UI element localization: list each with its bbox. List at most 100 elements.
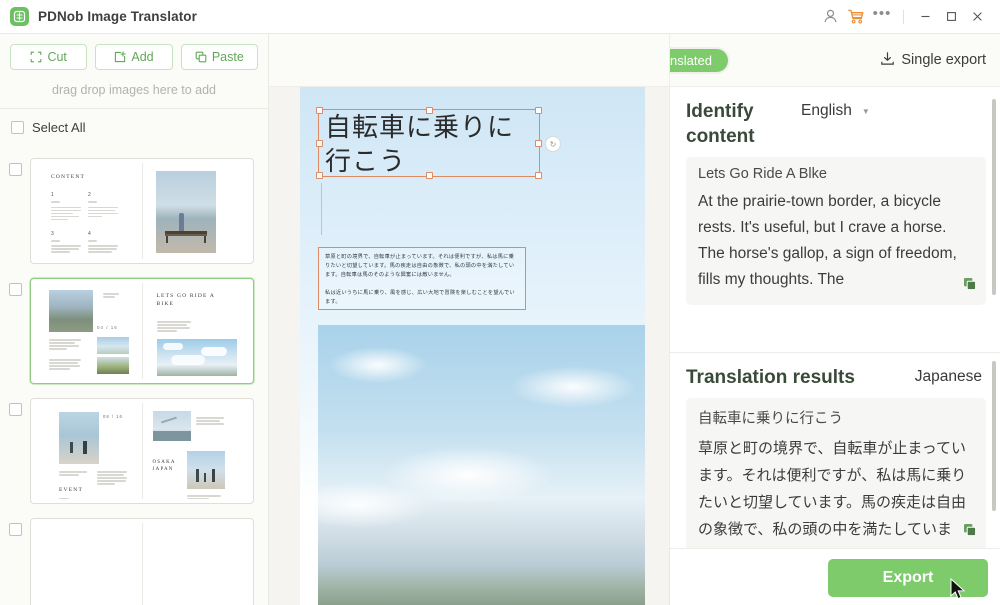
resize-handle-bottom-left[interactable] <box>316 172 323 179</box>
export-download-icon <box>880 51 895 70</box>
identify-content-scrollbar[interactable] <box>992 99 996 295</box>
minimize-icon[interactable] <box>912 5 938 29</box>
thumbnail-text-lines <box>49 339 81 350</box>
select-all-checkbox[interactable] <box>11 121 24 134</box>
thumbnail-item-number: 1 <box>51 192 54 198</box>
list-item[interactable] <box>0 511 268 605</box>
copy-icon[interactable] <box>963 277 977 296</box>
thumbnail-text-lines <box>187 495 221 499</box>
thumbnail-page-left: CONTENT 1 2 <box>35 163 143 259</box>
thumbnail-spread: CONTENT 1 2 <box>35 163 249 259</box>
close-icon[interactable] <box>964 5 990 29</box>
title-bar: PDNob Image Translator ••• <box>0 0 1000 34</box>
thumbnail-item-number: 2 <box>88 192 91 198</box>
right-panel-topbar: Original Translated Single export <box>670 34 1000 87</box>
rotate-handle-icon[interactable]: ↻ <box>545 136 561 152</box>
copy-icon[interactable] <box>963 523 977 542</box>
maximize-icon[interactable] <box>938 5 964 29</box>
translation-results-scrollbar[interactable] <box>992 361 996 511</box>
thumbnail-spread: 04 / 16 <box>35 283 249 379</box>
resize-handle-top-center[interactable] <box>426 107 433 114</box>
thumbnail-photo <box>157 339 237 376</box>
app-title: PDNob Image Translator <box>38 9 197 24</box>
thumbnail-title: LETS GO RIDE A BIKE <box>157 292 217 308</box>
thumbnail-card[interactable] <box>30 518 254 605</box>
single-export-button[interactable]: Single export <box>880 51 986 70</box>
thumbnail-text-lines <box>103 293 119 298</box>
thumbnail-photo <box>49 290 93 332</box>
thumbnail-checkbox[interactable] <box>9 523 22 536</box>
cut-button[interactable]: Cut <box>10 44 87 70</box>
thumbnail-page-left <box>35 523 143 605</box>
resize-handle-top-right[interactable] <box>535 107 542 114</box>
app-logo-icon <box>10 7 29 26</box>
translation-results-header: Translation results Japanese <box>670 353 1000 394</box>
target-language-value: Japanese <box>915 365 984 386</box>
translation-results-heading: 自転車に乗りに行こう <box>698 407 974 428</box>
thumbnail-card-selected[interactable]: 04 / 16 <box>30 278 254 384</box>
thumbnail-checkbox[interactable] <box>9 163 22 176</box>
cut-button-label: Cut <box>47 50 66 64</box>
thumbnail-subtitle: OSAKA JAPAN <box>153 459 181 473</box>
selected-title-textbox[interactable]: 自転車に乗りに 行こう ↻ <box>318 109 540 177</box>
thumbnail-page-number: 08 / 16 <box>103 414 123 419</box>
thumbnail-text-lines <box>88 201 118 217</box>
identify-content-body: At the prairie-town border, a bicycle re… <box>698 189 974 293</box>
translation-results-title: Translation results <box>686 365 915 390</box>
add-button-label: Add <box>131 50 153 64</box>
selected-body-textbox[interactable]: 草原と町の境界で、自転車が止まっています。それは便利ですが、私は馬に乗りたいと切… <box>318 247 526 310</box>
paste-button[interactable]: Paste <box>181 44 258 70</box>
select-all-label: Select All <box>32 120 85 135</box>
thumbnail-list[interactable]: CONTENT 1 2 <box>0 151 268 605</box>
thumbnail-card[interactable]: 08 / 16 EVENT <box>30 398 254 504</box>
tab-translated[interactable]: Translated <box>670 49 728 72</box>
thumbnail-photo <box>187 451 225 489</box>
titlebar-separator <box>903 10 904 24</box>
source-language-value: English <box>801 102 852 120</box>
resize-handle-middle-right[interactable] <box>535 140 542 147</box>
source-language-select[interactable]: English ▼ <box>801 99 870 120</box>
thumbnail-checkbox[interactable] <box>9 403 22 416</box>
right-panel: Original Translated Single export Identi… <box>670 34 1000 605</box>
mouse-cursor <box>950 578 966 600</box>
app-window: PDNob Image Translator ••• <box>0 0 1000 605</box>
thumbnail-text-lines <box>49 359 81 370</box>
identify-content-section: Identify content English ▼ Lets Go Ride … <box>670 87 1000 352</box>
thumbnail-text-lines <box>157 321 191 332</box>
thumbnail-page-left: 04 / 16 <box>35 283 143 379</box>
canvas-area[interactable]: 自転車に乗りに 行こう ↻ 草原と町の境界で、自転車が止まっています。それは便利… <box>269 34 670 605</box>
thumbnail-card[interactable]: CONTENT 1 2 <box>30 158 254 264</box>
resize-handle-bottom-center[interactable] <box>426 172 433 179</box>
artboard[interactable]: 自転車に乗りに 行こう ↻ 草原と町の境界で、自転車が止まっています。それは便利… <box>300 87 645 605</box>
shopping-cart-icon[interactable] <box>843 5 869 29</box>
list-item[interactable]: CONTENT 1 2 <box>0 151 268 271</box>
add-button[interactable]: Add <box>95 44 172 70</box>
drag-drop-hint: drag drop images here to add <box>0 70 268 109</box>
thumbnail-page-left: 08 / 16 EVENT <box>35 403 143 499</box>
paste-icon <box>195 51 207 63</box>
list-item[interactable]: 04 / 16 <box>0 271 268 391</box>
thumbnail-checkbox[interactable] <box>9 283 22 296</box>
artboard-photo <box>318 325 645 605</box>
view-mode-toggle[interactable]: Original Translated <box>670 47 730 74</box>
thumbnail-title: CONTENT <box>51 174 85 180</box>
person-icon[interactable] <box>817 5 843 29</box>
resize-handle-top-left[interactable] <box>316 107 323 114</box>
canvas-topbar <box>269 34 670 87</box>
thumbnail-spread <box>35 523 249 605</box>
thumbnail-text-lines <box>196 417 224 425</box>
paste-button-label: Paste <box>212 50 244 64</box>
thumbnail-text-lines <box>51 240 81 253</box>
thumbnail-item-number: 4 <box>88 231 91 237</box>
list-item[interactable]: 08 / 16 EVENT <box>0 391 268 511</box>
thumbnail-text-lines <box>97 471 127 485</box>
thumbnail-text-lines <box>59 471 87 476</box>
identify-content-heading: Lets Go Ride A Blke <box>698 166 974 182</box>
more-menu-icon[interactable]: ••• <box>869 5 895 29</box>
identify-content-textbox[interactable]: Lets Go Ride A Blke At the prairie-town … <box>686 157 986 305</box>
resize-handle-bottom-right[interactable] <box>535 172 542 179</box>
select-all-row[interactable]: Select All <box>0 109 268 145</box>
canvas-body-text: 草原と町の境界で、自転車が止まっています。それは便利ですが、私は馬に乗りたいと切… <box>319 248 525 312</box>
thumbnail-photo <box>97 357 129 374</box>
resize-handle-middle-left[interactable] <box>316 140 323 147</box>
